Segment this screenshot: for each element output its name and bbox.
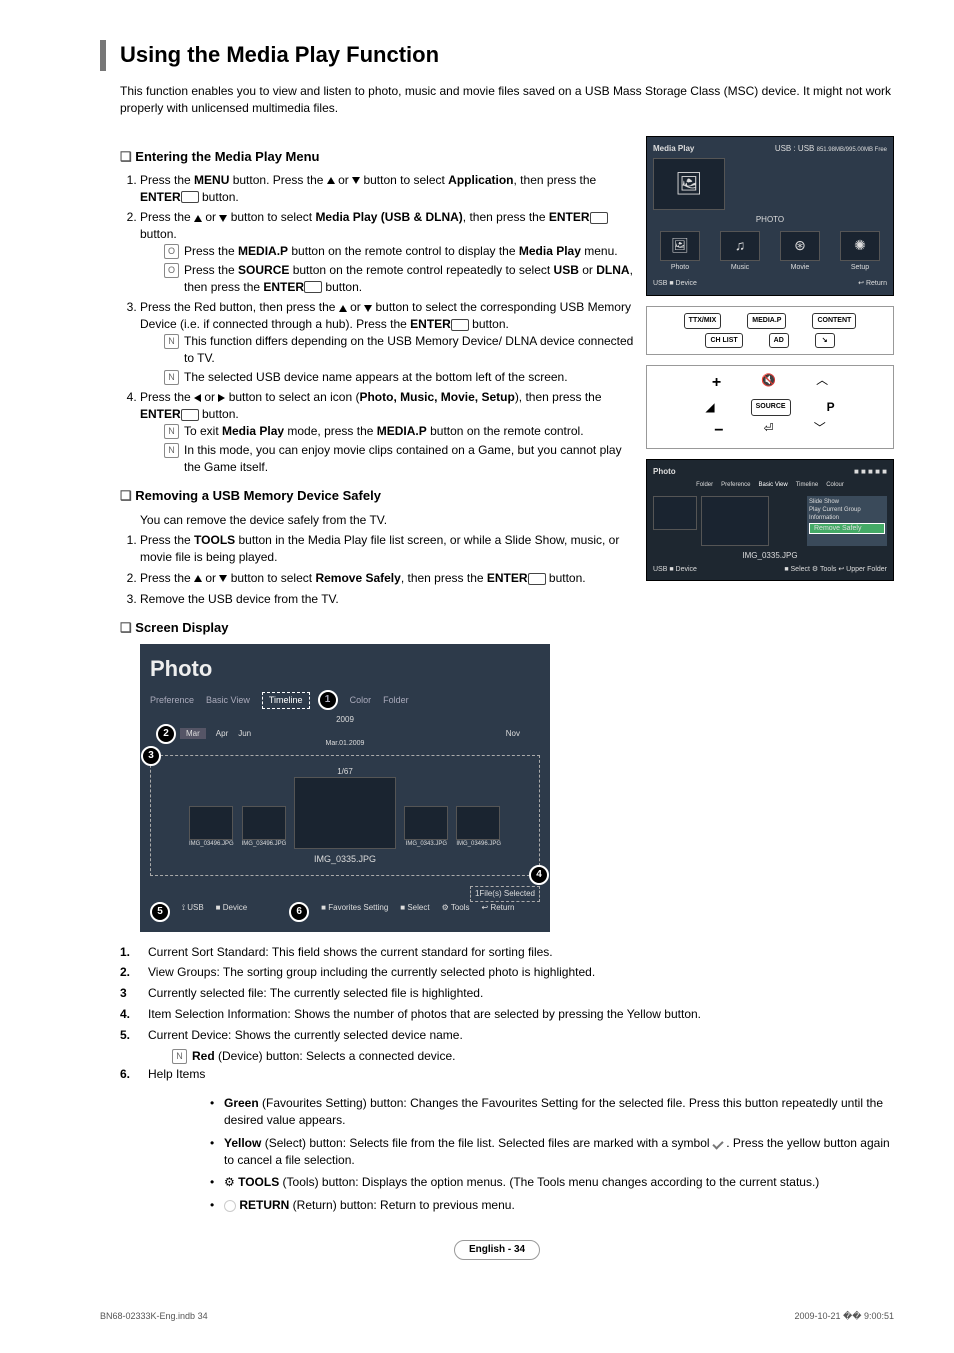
step-2: Press the or button to select Media Play…	[140, 209, 636, 295]
page-title: Using the Media Play Function	[100, 40, 894, 71]
enter-icon	[590, 212, 608, 224]
ttx-button: TTX/MIX	[684, 313, 722, 329]
enter-icon	[304, 281, 322, 293]
screen-display-mock: Photo PreferenceBasic View Timeline 1 Co…	[140, 644, 550, 932]
callout-4: 4	[529, 865, 549, 885]
help-tools: ⚙ TOOLS (Tools) button: Displays the opt…	[210, 1174, 894, 1191]
callout-6: 6	[289, 902, 309, 922]
note: Press the MEDIA.P button on the remote c…	[164, 243, 636, 260]
help-return: RETURN (Return) button: Return to previo…	[210, 1197, 894, 1214]
vol-icon: ◢	[705, 399, 714, 416]
screenshot-mediaplay: Media PlayUSB : USB 851.98MB/995.00MB Fr…	[646, 136, 894, 296]
music-icon: ♫	[720, 231, 760, 261]
note: To exit Media Play mode, press the MEDIA…	[164, 423, 636, 440]
ss-title: Media Play	[653, 143, 694, 154]
thumb-selected	[294, 777, 396, 849]
check-icon	[712, 1138, 723, 1149]
photo-icon: 🖼	[660, 231, 700, 261]
thumb	[653, 496, 697, 530]
return-icon	[224, 1200, 236, 1212]
p-icon: P	[827, 399, 835, 416]
down-icon	[364, 305, 372, 312]
section-entering: Entering the Media Play Menu	[120, 148, 636, 166]
left-icon	[194, 394, 201, 402]
note: The selected USB device name appears at …	[164, 369, 636, 386]
tab-timeline: Timeline	[262, 692, 310, 709]
callout-1: 1	[318, 690, 338, 710]
step-4: Press the or button to select an icon (P…	[140, 389, 636, 475]
note: This function differs depending on the U…	[164, 333, 636, 367]
help-green: Green (Favourites Setting) button: Chang…	[210, 1095, 894, 1129]
section-intro: You can remove the device safely from th…	[140, 512, 636, 529]
callout-3: 3	[141, 746, 161, 766]
enter-icon	[181, 409, 199, 421]
help-yellow: Yellow (Select) button: Selects file fro…	[210, 1135, 894, 1169]
remove-safely-item: Remove Safely	[809, 523, 885, 535]
note: In this mode, you can enjoy movie clips …	[164, 442, 636, 476]
legend-1: Current Sort Standard: This field shows …	[148, 944, 553, 961]
setup-icon: ✺	[840, 231, 880, 261]
step-1: Press the TOOLS button in the Media Play…	[140, 532, 636, 566]
screenshot-photo-tools: Photo■ ■ ■ ■ ■ FolderPreferenceBasic Vie…	[646, 459, 894, 582]
filename: IMG_0335.JPG	[155, 853, 535, 866]
callout-2: 2	[156, 724, 176, 744]
mediap-button: MEDIA.P	[747, 313, 786, 329]
legend-3: Currently selected file: The currently s…	[148, 985, 483, 1002]
down-icon	[352, 177, 360, 184]
thumb-preview	[701, 496, 769, 546]
step-1: Press the MENU button. Press the or butt…	[140, 172, 636, 206]
thumb	[456, 806, 500, 840]
ad-button: AD	[769, 333, 789, 349]
step-3: Press the Red button, then press the or …	[140, 299, 636, 385]
footer-right: 2009-10-21 �� 9:00:51	[794, 1310, 894, 1323]
up-icon	[194, 215, 202, 222]
thumb	[242, 806, 286, 840]
ch-up-icon: ︿	[816, 372, 828, 394]
step-2: Press the or button to select Remove Saf…	[140, 570, 636, 587]
tools-icon: ⚙	[224, 1175, 238, 1189]
plus-icon: +	[712, 372, 721, 394]
legend-2: View Groups: The sorting group including…	[148, 964, 595, 981]
blank-button: ↘	[815, 333, 835, 349]
remote-diagram-2: + 🔇 ︿ ◢ SOURCE P − ⏎ ﹀	[646, 365, 894, 449]
up-icon	[194, 575, 202, 582]
page-number: English - 34	[454, 1240, 540, 1260]
section-removing: Removing a USB Memory Device Safely	[120, 487, 636, 505]
note: Red (Device) button: Selects a connected…	[172, 1048, 894, 1065]
legend-6: Help Items	[148, 1066, 205, 1083]
enter-icon	[451, 319, 469, 331]
intro-text: This function enables you to view and li…	[120, 83, 894, 118]
callout-5: 5	[150, 902, 170, 922]
up-icon	[327, 177, 335, 184]
section-display: Screen Display	[120, 619, 636, 637]
ch-dn-icon: ﹀	[814, 420, 826, 442]
tv-icon: ⏎	[764, 420, 774, 442]
movie-icon: ⊛	[780, 231, 820, 261]
legend-4: Item Selection Information: Shows the nu…	[148, 1006, 701, 1023]
up-icon	[339, 305, 347, 312]
photo-heading: Photo	[150, 654, 540, 685]
footer-left: BN68-02333K-Eng.indb 34	[100, 1310, 208, 1323]
source-button: SOURCE	[751, 399, 791, 416]
enter-icon	[528, 573, 546, 585]
photo-tile-icon: 🖼	[653, 158, 725, 210]
minus-icon: −	[714, 420, 723, 442]
remote-diagram: TTX/MIX MEDIA.P CONTENT CH LIST AD ↘	[646, 306, 894, 356]
legend-5: Current Device: Shows the currently sele…	[148, 1027, 463, 1044]
chlist-button: CH LIST	[705, 333, 742, 349]
mute-icon: 🔇	[761, 372, 776, 394]
step-3: Remove the USB device from the TV.	[140, 591, 636, 608]
enter-icon	[181, 191, 199, 203]
content-button: CONTENT	[812, 313, 856, 329]
photo-label: PHOTO	[653, 214, 887, 225]
thumb	[189, 806, 233, 840]
thumb	[404, 806, 448, 840]
selection-count: 1File(s) Selected	[470, 886, 540, 901]
note: Press the SOURCE button on the remote co…	[164, 262, 636, 296]
